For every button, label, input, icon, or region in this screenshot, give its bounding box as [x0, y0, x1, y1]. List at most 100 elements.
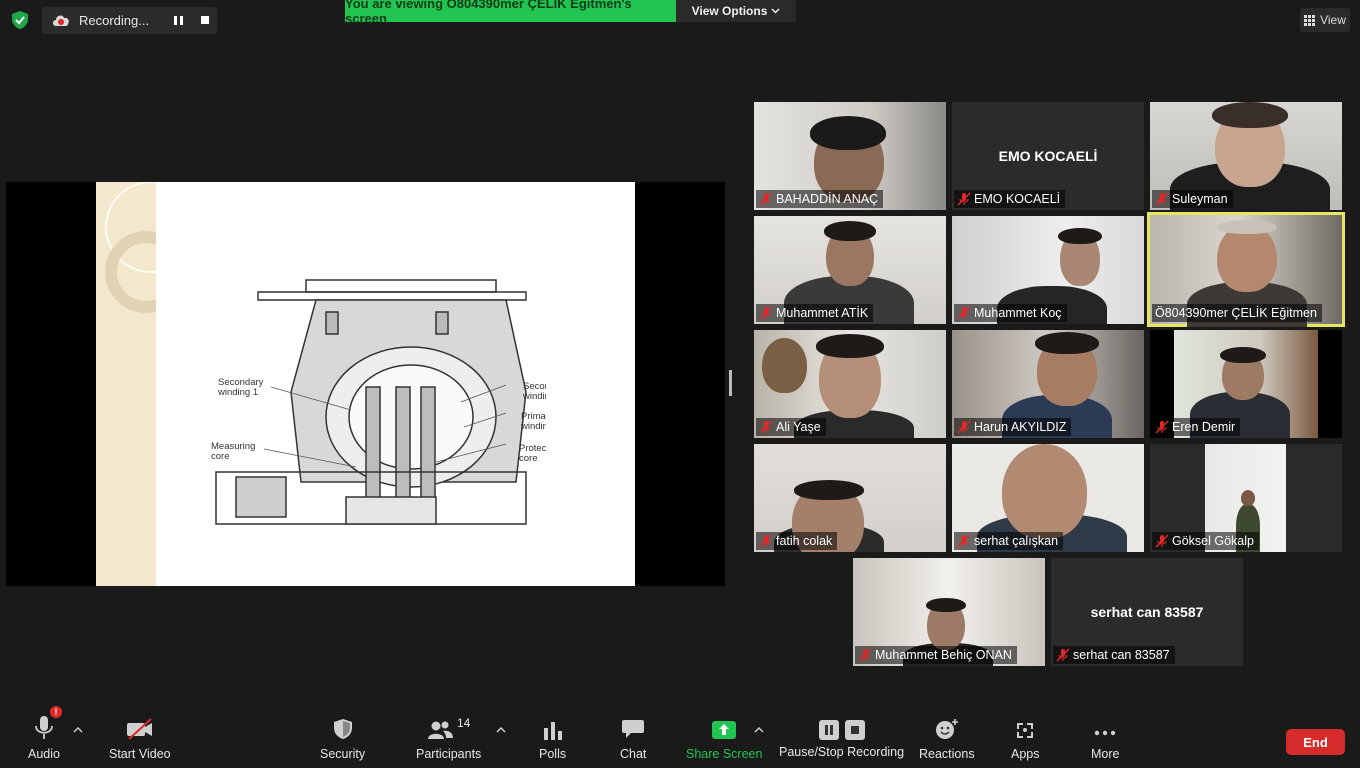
recording-indicator: Recording... [42, 7, 217, 34]
current-transformer-diagram: Secondary winding 1 Secondary winding 2 … [211, 279, 546, 525]
participant-name-tag: BAHADDİN ANAÇ [756, 190, 884, 208]
label-primary-winding-b: winding [520, 421, 546, 432]
video-tile[interactable]: Harun AKYILDIZ [952, 330, 1144, 438]
video-tile[interactable]: Muhammet ATİK [754, 216, 946, 324]
pause-stop-recording-label: Pause/Stop Recording [779, 745, 905, 759]
mic-muted-icon [957, 420, 971, 434]
pause-icon [818, 720, 839, 740]
participant-display-name: EMO KOCAELİ [998, 148, 1098, 164]
mic-muted-icon [1056, 648, 1070, 662]
smiley-plus-icon [935, 719, 958, 739]
chevron-down-icon [771, 8, 780, 14]
video-tile[interactable]: serhat can 83587 serhat can 83587 [1051, 558, 1243, 666]
view-button[interactable]: View [1300, 8, 1350, 32]
video-tile[interactable]: serhat çalışkan [952, 444, 1144, 552]
polls-label: Polls [539, 747, 567, 761]
mic-muted-icon [858, 648, 872, 662]
svg-text:winding: winding [520, 421, 546, 432]
participant-name: Suleyman [1172, 192, 1228, 206]
view-options-button[interactable]: View Options [676, 0, 796, 22]
share-options-caret-icon[interactable] [754, 726, 764, 734]
split-view-handle[interactable] [729, 370, 732, 396]
participant-name: Harun AKYILDIZ [974, 420, 1067, 434]
mic-muted-icon [957, 534, 971, 548]
mic-muted-icon [1155, 192, 1169, 206]
grid-icon [1304, 14, 1316, 26]
mic-muted-icon [1155, 420, 1169, 434]
participant-name-tag: Muhammet ATİK [756, 304, 874, 322]
polls-button[interactable]: Polls [539, 708, 566, 761]
participants-button[interactable]: 14 Participants [416, 708, 481, 761]
video-tile[interactable]: Eren Demir [1150, 330, 1342, 438]
video-tile[interactable]: Muhammet Behiç ONAN [853, 558, 1045, 666]
participant-name-tag: Ali Yaşe [756, 418, 826, 436]
audio-button[interactable]: ! Audio [28, 706, 62, 761]
video-off-icon [126, 718, 152, 740]
participant-name: Muhammet Koç [974, 306, 1062, 320]
participants-options-caret-icon[interactable] [496, 726, 506, 734]
viewing-screen-banner: You are viewing Ö804390mer ÇELİK Eğitmen… [345, 0, 676, 26]
participant-name-tag: Harun AKYILDIZ [954, 418, 1072, 436]
video-tile[interactable]: BAHADDİN ANAÇ [754, 102, 946, 210]
video-tile[interactable]: Ali Yaşe [754, 330, 946, 438]
stop-icon [844, 720, 865, 740]
view-options-label: View Options [691, 4, 768, 18]
chat-label: Chat [620, 747, 647, 761]
security-shield-icon[interactable] [10, 10, 30, 30]
label-protection-core-b: core [519, 453, 537, 464]
share-screen-arrow-icon [712, 721, 737, 739]
svg-text:core: core [211, 451, 229, 462]
presentation-slide: Secondary winding 1 Secondary winding 2 … [96, 182, 635, 586]
mic-muted-icon [957, 192, 971, 206]
participant-name: Muhammet ATİK [776, 306, 869, 320]
pause-stop-recording-button[interactable]: Pause/Stop Recording [779, 708, 904, 759]
participants-icon [427, 721, 453, 739]
participant-display-name: serhat can 83587 [1090, 604, 1204, 620]
audio-options-caret-icon[interactable] [73, 726, 83, 734]
participant-name: BAHADDİN ANAÇ [776, 192, 879, 206]
participant-name: serhat çalışkan [974, 534, 1059, 548]
security-shield-icon [333, 719, 352, 739]
video-tile[interactable]: fatih colak [754, 444, 946, 552]
video-tile[interactable]: Göksel Gökalp [1150, 444, 1342, 552]
meeting-toolbar: ! Audio Start Video Security 14 Particip… [0, 706, 1360, 768]
apps-icon [1017, 723, 1034, 738]
security-button[interactable]: Security [320, 708, 365, 761]
label-secondary-winding-1-b: winding 1 [217, 387, 258, 398]
participant-name: serhat can 83587 [1073, 648, 1170, 662]
start-video-button[interactable]: Start Video [109, 708, 171, 761]
video-tile-active-speaker[interactable]: Ö804390mer ÇELİK Eğitmen [1147, 212, 1345, 327]
microphone-icon [35, 716, 53, 739]
participant-name: Ö804390mer ÇELİK Eğitmen [1155, 306, 1317, 320]
reactions-button[interactable]: Reactions [919, 708, 975, 761]
more-button[interactable]: More [1091, 708, 1119, 761]
video-tile[interactable]: EMO KOCAELİ EMO KOCAELİ [952, 102, 1144, 210]
shared-screen[interactable]: Secondary winding 1 Secondary winding 2 … [6, 182, 725, 586]
participant-name-tag: Suleyman [1152, 190, 1233, 208]
video-tile[interactable]: Suleyman [1150, 102, 1342, 210]
participant-name: EMO KOCAELİ [974, 192, 1061, 206]
stop-recording-icon[interactable] [201, 16, 209, 24]
chat-bubble-icon [622, 720, 645, 738]
mic-muted-icon [957, 306, 971, 320]
share-screen-button[interactable]: Share Screen [686, 708, 762, 761]
apps-label: Apps [1011, 747, 1040, 761]
participant-name-tag: fatih colak [756, 532, 838, 550]
svg-text:winding 1: winding 1 [217, 387, 258, 398]
participant-name: Muhammet Behiç ONAN [875, 648, 1012, 662]
chat-button[interactable]: Chat [620, 708, 646, 761]
video-tile[interactable]: Muhammet Koç [952, 216, 1144, 324]
svg-text:winding 2: winding 2 [522, 391, 546, 402]
bar-chart-icon [543, 722, 562, 740]
participant-name: Ali Yaşe [776, 420, 821, 434]
participant-name-tag: Muhammet Behiç ONAN [855, 646, 1017, 664]
more-label: More [1091, 747, 1120, 761]
label-measuring-core-b: core [211, 451, 229, 462]
apps-button[interactable]: Apps [1011, 708, 1040, 761]
participant-name-tag: EMO KOCAELİ [954, 190, 1066, 208]
participant-name-tag: Eren Demir [1152, 418, 1241, 436]
slide-decor-strip [96, 182, 197, 586]
pause-recording-icon[interactable] [174, 16, 183, 25]
label-secondary-winding-2-b: winding 2 [522, 391, 546, 402]
end-meeting-button[interactable]: End [1286, 729, 1345, 755]
